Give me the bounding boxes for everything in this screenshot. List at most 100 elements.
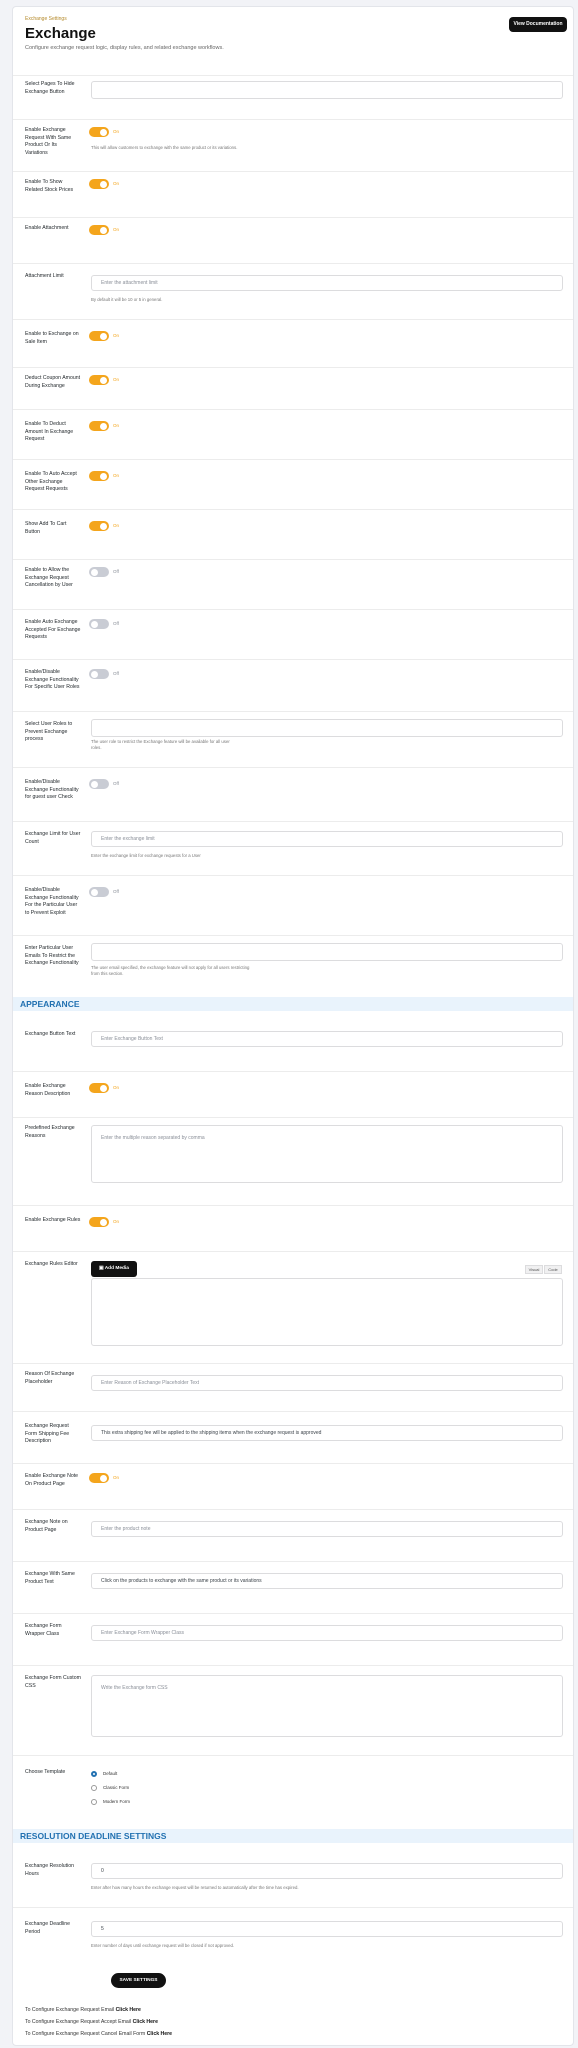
divider bbox=[13, 1907, 573, 1908]
appearance-section-title: APPEARANCE bbox=[13, 997, 573, 1011]
hours-help: Enter after how many hours the exchange … bbox=[91, 1885, 299, 1890]
deduct-wallet-label: Enable To Deduct Amount In Exchange Requ… bbox=[25, 421, 74, 442]
show-related-label: Enable To Show Related Stock Prices bbox=[25, 179, 74, 193]
same-product-text-input[interactable]: Click on the products to exchange with t… bbox=[91, 1573, 563, 1589]
toggle-state: On bbox=[113, 129, 120, 134]
select-roles-input[interactable] bbox=[91, 719, 563, 737]
hours-input[interactable]: 0 bbox=[91, 1863, 563, 1879]
visual-tab[interactable]: Visual bbox=[525, 1265, 543, 1274]
note-input[interactable]: Enter the product note bbox=[91, 1521, 563, 1537]
breadcrumb[interactable]: Exchange Settings bbox=[25, 16, 67, 22]
show-related-toggle[interactable] bbox=[89, 179, 109, 189]
divider bbox=[13, 767, 573, 768]
show-tax-toggle[interactable] bbox=[89, 521, 109, 531]
divider bbox=[13, 1463, 573, 1464]
divider bbox=[13, 1665, 573, 1666]
same-product-toggle[interactable] bbox=[89, 127, 109, 137]
add-media-button[interactable]: ▣ Add Media bbox=[91, 1261, 137, 1277]
template-radio-modern[interactable] bbox=[91, 1799, 97, 1805]
link-text: To Configure Exchange Request Email bbox=[25, 2007, 115, 2013]
specific-roles-label: Enable/Disable Exchange Functionality Fo… bbox=[25, 669, 80, 690]
template-radio-default[interactable] bbox=[91, 1771, 97, 1777]
reason-placeholder-label: Reason Of Exchange Placeholder bbox=[25, 1371, 75, 1385]
toggle-state: Off bbox=[113, 889, 119, 894]
link-text: To Configure Exchange Request Cancel Ema… bbox=[25, 2031, 146, 2037]
specific-roles-toggle[interactable] bbox=[89, 669, 109, 679]
divider bbox=[13, 119, 573, 120]
divider bbox=[13, 1755, 573, 1756]
deadline-section-title: RESOLUTION DEADLINE SETTINGS bbox=[13, 1829, 573, 1843]
toggle-state: Off bbox=[113, 621, 119, 626]
divider bbox=[13, 1509, 573, 1510]
toggle-state: On bbox=[113, 181, 120, 186]
divider bbox=[13, 559, 573, 560]
code-tab[interactable]: Code bbox=[544, 1265, 562, 1274]
custom-css-label: Exchange Form Custom CSS bbox=[25, 1675, 81, 1689]
reasons-textarea[interactable]: Enter the multiple reason separated by c… bbox=[91, 1125, 563, 1183]
toggle-state: On bbox=[113, 473, 120, 478]
rules-toggle-label: Enable Exchange Rules bbox=[25, 1217, 81, 1223]
auto-exchange-toggle[interactable] bbox=[89, 619, 109, 629]
same-product-help: This will allow customers to exchange wi… bbox=[91, 145, 238, 150]
select-roles-help: The user role to restrict the Exchange f… bbox=[91, 739, 230, 750]
deduct-coupon-label: Deduct Coupon Amount During Exchange bbox=[25, 375, 81, 389]
custom-css-textarea[interactable]: Write the Exchange form CSS bbox=[91, 1675, 563, 1737]
settings-card: Exchange Settings Exchange Configure exc… bbox=[12, 6, 574, 2046]
email-config-link: To Configure Exchange Request Accept Ema… bbox=[25, 2019, 158, 2025]
toggle-state: Off bbox=[113, 671, 119, 676]
template-label: Choose Template bbox=[25, 1769, 66, 1775]
guest-user-toggle[interactable] bbox=[89, 779, 109, 789]
button-text-input[interactable]: Enter Exchange Button Text bbox=[91, 1031, 563, 1047]
click-here-link[interactable]: Click Here bbox=[147, 2031, 172, 2037]
email-block-input[interactable] bbox=[91, 943, 563, 961]
quantity-toggle[interactable] bbox=[89, 887, 109, 897]
limit-label: Exchange Limit for User Count bbox=[25, 831, 81, 845]
divider bbox=[13, 319, 573, 320]
rules-editor-area[interactable] bbox=[91, 1278, 563, 1346]
exchange-on-sale-toggle[interactable] bbox=[89, 331, 109, 341]
email-block-help: The user email specified, the exchange f… bbox=[91, 965, 250, 976]
divider bbox=[13, 1363, 573, 1364]
deduct-wallet-toggle[interactable] bbox=[89, 421, 109, 431]
rules-toggle[interactable] bbox=[89, 1217, 109, 1227]
auto-accept-toggle[interactable] bbox=[89, 471, 109, 481]
toggle-state: On bbox=[113, 523, 120, 528]
days-input[interactable]: 5 bbox=[91, 1921, 563, 1937]
add-media-label: Add Media bbox=[104, 1266, 129, 1271]
divider bbox=[13, 659, 573, 660]
predefined-toggle[interactable] bbox=[89, 1083, 109, 1093]
limit-input[interactable]: Enter the exchange limit bbox=[91, 831, 563, 847]
attachment-toggle[interactable] bbox=[89, 225, 109, 235]
toggle-state: On bbox=[113, 1085, 120, 1090]
save-settings-button[interactable]: SAVE SETTINGS bbox=[111, 1973, 166, 1988]
divider bbox=[13, 263, 573, 264]
product-page-toggle[interactable] bbox=[89, 1473, 109, 1483]
shipping-input[interactable]: This extra shipping fee will be applied … bbox=[91, 1425, 563, 1441]
attachment-limit-input[interactable]: Enter the attachment limit bbox=[91, 275, 563, 291]
same-product-text-label: Exchange With Same Product Text bbox=[25, 1571, 75, 1585]
select-pages-input[interactable] bbox=[91, 81, 563, 99]
form-wrapper-input[interactable]: Enter Exchange Form Wrapper Class bbox=[91, 1625, 563, 1641]
divider bbox=[13, 1117, 573, 1118]
template-option-label: Default bbox=[103, 1771, 118, 1776]
auto-exchange-label: Enable Auto Exchange Accepted For Exchan… bbox=[25, 619, 81, 640]
cancel-toggle[interactable] bbox=[89, 567, 109, 577]
divider bbox=[13, 1613, 573, 1614]
select-pages-label: Select Pages To Hide Exchange Button bbox=[25, 81, 75, 95]
exchange-on-sale-label: Enable to Exchange on Sale Item bbox=[25, 331, 79, 345]
reason-placeholder-input[interactable]: Enter Reason of Exchange Placeholder Tex… bbox=[91, 1375, 563, 1391]
click-here-link[interactable]: Click Here bbox=[116, 2007, 141, 2013]
divider bbox=[13, 1411, 573, 1412]
divider bbox=[13, 459, 573, 460]
click-here-link[interactable]: Click Here bbox=[133, 2019, 158, 2025]
divider bbox=[13, 875, 573, 876]
view-documentation-button[interactable]: View Documentation bbox=[509, 17, 567, 32]
template-radio-classic[interactable] bbox=[91, 1785, 97, 1791]
divider bbox=[13, 1561, 573, 1562]
email-config-link: To Configure Exchange Request Email Clic… bbox=[25, 2007, 141, 2013]
divider bbox=[13, 367, 573, 368]
deduct-coupon-toggle[interactable] bbox=[89, 375, 109, 385]
days-label: Exchange Deadline Period bbox=[25, 1921, 70, 1935]
divider bbox=[13, 1205, 573, 1206]
divider bbox=[13, 1251, 573, 1252]
